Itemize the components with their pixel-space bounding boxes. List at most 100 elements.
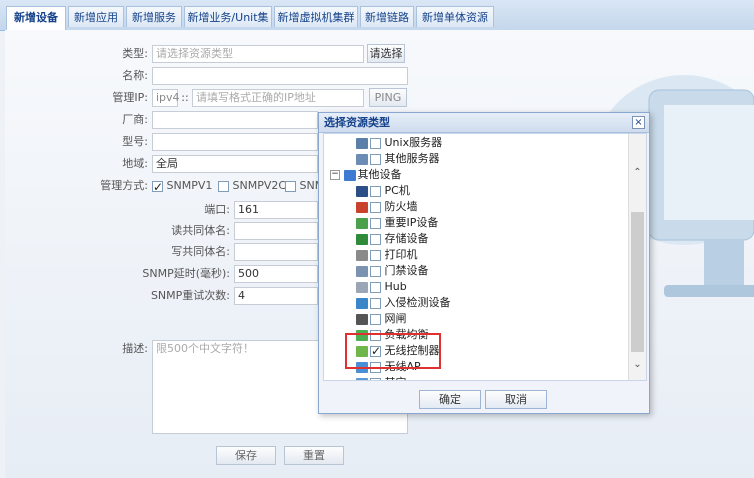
tree-checkbox[interactable] [370, 249, 381, 261]
firewall-icon [356, 201, 368, 213]
tree-item-unix-server[interactable]: Unix服务器 [356, 135, 442, 151]
tree-item-label: 其他设备 [357, 168, 402, 181]
tree-item-printer[interactable]: 打印机 [356, 247, 418, 263]
tree-item-label: 门禁设备 [384, 264, 429, 277]
tree-item-label: PC机 [384, 184, 410, 197]
model-label: 型号: [122, 135, 148, 148]
name-input[interactable] [152, 67, 408, 85]
tree-group-other-devices[interactable]: − 其他设备 [330, 167, 402, 183]
snmp-retry-label: SNMP重试次数: [150, 289, 230, 302]
tab-add-vm-cluster[interactable]: 新增虚拟机集群 [274, 6, 358, 27]
tree-item-label: Hub [384, 280, 407, 293]
model-input[interactable] [152, 133, 318, 151]
type-input[interactable]: 请选择资源类型 [152, 45, 364, 63]
scrollbar-thumb[interactable] [631, 212, 644, 352]
tree-checkbox[interactable] [370, 185, 381, 197]
tree-checkbox[interactable] [370, 313, 381, 325]
cancel-button[interactable]: 取消 [485, 390, 547, 409]
ip-input[interactable]: 请填写格式正确的IP地址 [192, 89, 364, 107]
region-select[interactable]: 全局 [152, 155, 318, 173]
snmpv1-option[interactable]: SNMPV1 [152, 177, 213, 196]
tree-item-access-control[interactable]: 门禁设备 [356, 263, 429, 279]
snmp-retry-input[interactable]: 4 [234, 287, 318, 305]
scroll-up-icon[interactable]: ⌃ [629, 164, 646, 181]
tree-item-firewall[interactable]: 防火墙 [356, 199, 418, 215]
region-label: 地域: [122, 157, 148, 170]
tree-checkbox[interactable] [370, 233, 381, 245]
tree-checkbox[interactable] [370, 265, 381, 277]
snmpv2c-label: SNMPV2C [232, 179, 287, 192]
tab-add-service[interactable]: 新增服务 [126, 6, 182, 27]
snmpv2c-checkbox[interactable] [218, 180, 229, 192]
tree-item-pc[interactable]: PC机 [356, 183, 410, 199]
tab-add-single-resource[interactable]: 新增单体资源 [416, 6, 494, 27]
ip-separator: :: [181, 91, 189, 104]
read-community-input[interactable] [234, 222, 318, 240]
description-label: 描述: [122, 342, 148, 355]
port-input[interactable]: 161 [234, 201, 318, 219]
tree-item-label: 存储设备 [384, 232, 429, 245]
tree-checkbox[interactable] [370, 201, 381, 213]
tree-item-storage[interactable]: 存储设备 [356, 231, 429, 247]
tab-add-device[interactable]: 新增设备 [6, 6, 66, 30]
ip-label: 管理IP: [112, 91, 148, 104]
snmpv2c-option[interactable]: SNMPV2C [218, 177, 286, 195]
close-icon[interactable]: × [632, 116, 645, 129]
printer-icon [356, 249, 368, 261]
tree-item-important-ip[interactable]: 重要IP设备 [356, 215, 438, 231]
collapse-icon[interactable]: − [330, 170, 340, 180]
tab-add-link[interactable]: 新增链路 [360, 6, 414, 27]
tree-checkbox[interactable] [370, 217, 381, 229]
tab-add-business-unit[interactable]: 新增业务/Unit集 [184, 6, 272, 27]
snmpv3-checkbox[interactable] [285, 180, 296, 192]
snmpv1-label: SNMPV1 [166, 179, 213, 192]
tree-item-label: 网闸 [384, 312, 407, 325]
tree-item-label: 其它 [385, 376, 407, 380]
vendor-label: 厂商: [122, 113, 148, 126]
name-label: 名称: [122, 69, 148, 82]
tree-item-gatekeeper[interactable]: 网闸 [356, 311, 407, 327]
tree-checkbox[interactable] [370, 137, 381, 149]
select-type-button[interactable]: 请选择 [367, 44, 405, 63]
tree-checkbox[interactable] [370, 377, 381, 380]
ip-version-select[interactable]: ipv4 [152, 89, 180, 107]
tree-scrollbar[interactable]: ⌃ ⌄ [628, 134, 646, 380]
snmpv1-checkbox[interactable] [152, 178, 163, 196]
ok-button[interactable]: 确定 [419, 390, 481, 409]
pc-icon [356, 185, 368, 197]
vendor-input[interactable] [152, 111, 318, 129]
tree-checkbox[interactable] [370, 297, 381, 309]
tree-checkbox[interactable] [370, 153, 381, 165]
tree-item-other-server[interactable]: 其他服务器 [356, 151, 440, 167]
tree-checkbox[interactable] [370, 281, 381, 293]
tree-item-label: 防火墙 [384, 200, 418, 213]
ids-icon [356, 297, 368, 309]
write-community-input[interactable] [234, 243, 318, 261]
gatekeeper-icon [356, 313, 368, 325]
tree-item-label: 其他服务器 [384, 152, 440, 165]
type-label: 类型: [122, 47, 148, 60]
tree-item-hub[interactable]: Hub [356, 279, 407, 295]
tree-item-other[interactable]: 其它 [356, 375, 407, 380]
access-control-icon [356, 265, 368, 277]
ping-button[interactable]: PING [369, 88, 407, 107]
tree-item-label: 打印机 [384, 248, 418, 261]
snmp-timeout-input[interactable]: 500 [234, 265, 318, 283]
tab-add-app[interactable]: 新增应用 [68, 6, 124, 27]
tree-item-label: 重要IP设备 [384, 216, 439, 229]
other-device-icon [356, 377, 368, 380]
tree-item-label: Unix服务器 [384, 136, 443, 149]
hub-icon [356, 281, 368, 293]
server-icon [356, 137, 368, 149]
reset-button[interactable]: 重置 [284, 446, 344, 465]
ip-device-icon [356, 217, 368, 229]
save-button[interactable]: 保存 [216, 446, 276, 465]
device-group-icon [343, 169, 356, 181]
tree-item-ids[interactable]: 入侵检测设备 [356, 295, 451, 311]
snmp-timeout-label: SNMP延时(毫秒): [142, 267, 230, 280]
server-icon [356, 153, 368, 165]
mgmt-label: 管理方式: [100, 179, 148, 192]
scroll-down-icon[interactable]: ⌄ [629, 356, 646, 373]
read-community-label: 读共同体名: [171, 224, 230, 237]
tree-item-label: 入侵检测设备 [384, 296, 451, 309]
